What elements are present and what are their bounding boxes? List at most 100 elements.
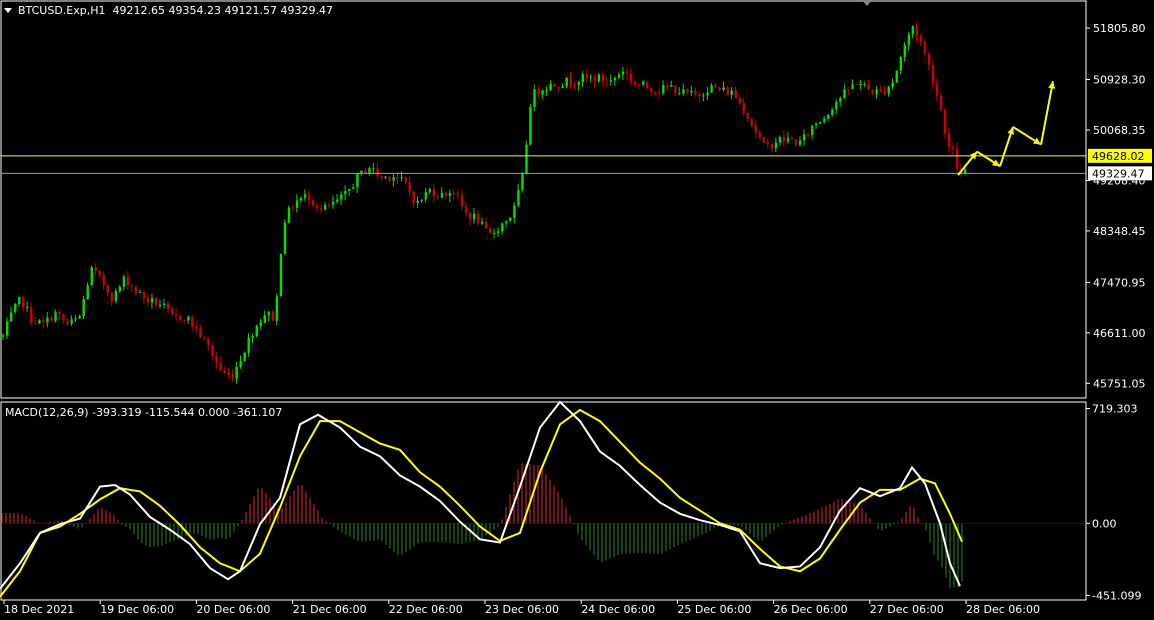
bear-candle <box>867 83 870 90</box>
bull-candle <box>662 85 665 94</box>
bull-candle <box>682 89 685 94</box>
bear-candle <box>947 132 951 147</box>
bull-candle <box>561 86 564 89</box>
bull-candle <box>617 74 621 78</box>
bear-candle <box>146 298 150 303</box>
bull-candle <box>577 82 580 85</box>
bull-candle <box>150 298 154 303</box>
bear-candle <box>307 194 311 201</box>
bear-candle <box>175 313 178 316</box>
bear-candle <box>923 42 927 54</box>
bull-candle <box>299 197 303 201</box>
bear-candle <box>931 64 935 84</box>
bull-candle <box>138 291 142 293</box>
bull-candle <box>392 177 395 181</box>
bull-candle <box>158 304 162 306</box>
bull-candle <box>283 222 287 254</box>
symbol-label: BTCUSD.Exp,H1 <box>18 4 106 17</box>
bull-candle <box>597 74 601 82</box>
bull-candle <box>295 200 299 208</box>
bear-candle <box>605 81 609 83</box>
bear-candle <box>380 175 383 178</box>
bear-candle <box>573 84 576 86</box>
bear-candle <box>698 94 701 97</box>
bull-candle <box>26 306 29 308</box>
bear-candle <box>207 338 210 346</box>
bear-candle <box>436 196 440 198</box>
bull-candle <box>118 286 122 292</box>
bull-candle <box>513 205 516 218</box>
bull-candle <box>10 312 13 322</box>
bull-candle <box>122 276 126 287</box>
bull-candle <box>90 267 93 286</box>
bull-candle <box>400 177 403 179</box>
bear-candle <box>782 136 786 142</box>
bull-candle <box>895 70 898 83</box>
price-tick-label: 46611.00 <box>1093 327 1146 340</box>
time-tick-label: 24 Dec 06:00 <box>581 603 655 616</box>
bear-candle <box>456 193 460 195</box>
bull-candle <box>835 101 838 110</box>
bull-candle <box>609 80 613 82</box>
price-tick-label: 51805.80 <box>1093 22 1146 35</box>
bear-candle <box>219 362 222 371</box>
chart-header: BTCUSD.Exp,H1 49212.65 49354.23 49121.57… <box>18 4 333 17</box>
bear-candle <box>106 285 110 293</box>
bear-candle <box>726 87 729 95</box>
bull-candle <box>247 337 250 353</box>
chart-menu-triangle-icon[interactable] <box>4 8 12 13</box>
bull-candle <box>517 189 520 206</box>
bear-candle <box>807 134 810 136</box>
bull-candle <box>2 335 5 337</box>
bear-candle <box>464 206 468 214</box>
price-tick-label: 50068.35 <box>1093 124 1146 137</box>
bull-candle <box>372 167 375 169</box>
bear-candle <box>553 83 556 87</box>
bull-candle <box>565 77 568 87</box>
bull-candle <box>501 223 504 232</box>
bull-candle <box>235 366 238 379</box>
bear-candle <box>34 322 37 324</box>
bear-candle <box>674 85 677 94</box>
macd-tick-label: -451.099 <box>1092 589 1141 602</box>
bull-candle <box>533 89 536 107</box>
bull-candle <box>336 199 339 202</box>
bear-candle <box>22 296 25 308</box>
bull-candle <box>859 83 862 85</box>
time-tick-label: 20 Dec 06:00 <box>196 603 270 616</box>
bull-candle <box>839 97 842 102</box>
bear-candle <box>211 345 214 356</box>
bull-candle <box>827 114 830 119</box>
bull-candle <box>798 140 802 145</box>
bull-candle <box>786 138 790 142</box>
bear-candle <box>754 125 758 133</box>
bear-candle <box>215 355 218 363</box>
bull-candle <box>899 57 902 71</box>
bear-candle <box>658 92 661 94</box>
bear-candle <box>879 89 882 92</box>
bull-candle <box>722 87 725 90</box>
bear-candle <box>738 98 741 103</box>
bull-candle <box>163 303 166 305</box>
bull-candle <box>46 317 49 323</box>
time-tick-label: 19 Dec 06:00 <box>100 603 174 616</box>
bear-candle <box>291 207 295 209</box>
bear-candle <box>42 319 45 323</box>
bull-candle <box>303 194 307 198</box>
bull-candle <box>863 83 866 85</box>
bear-candle <box>412 191 415 204</box>
bear-candle <box>746 113 750 119</box>
forecast-arrow-segment <box>1040 81 1054 145</box>
bear-candle <box>915 26 919 36</box>
bear-candle <box>919 35 923 43</box>
bear-candle <box>203 337 206 339</box>
trading-chart[interactable]: 51805.8050928.3050068.3549208.4048348.45… <box>0 0 1154 620</box>
bear-candle <box>939 95 943 111</box>
bull-candle <box>964 169 967 174</box>
time-tick-label: 22 Dec 06:00 <box>389 603 463 616</box>
bear-candle <box>770 144 774 149</box>
bear-candle <box>686 89 689 93</box>
bear-candle <box>625 71 629 74</box>
bear-candle <box>396 177 399 179</box>
bull-candle <box>424 192 428 200</box>
